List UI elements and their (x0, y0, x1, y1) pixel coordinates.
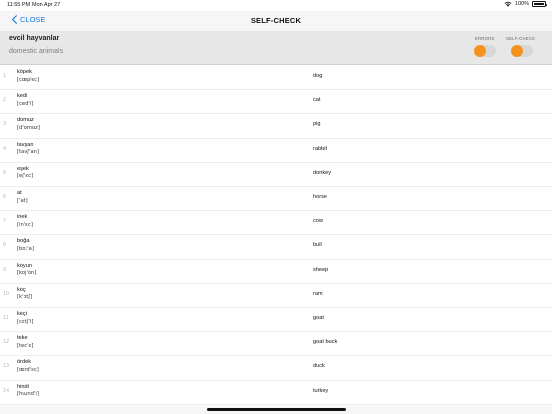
row-number: 4 (3, 145, 7, 152)
translation-text: rabbit (313, 145, 327, 152)
list-item[interactable]: 11 keçi [cɛtʃ'i] goat (0, 308, 552, 333)
list-item[interactable]: 3 domuz [d'omoz] pig (0, 114, 552, 139)
self-check-toggle[interactable] (511, 45, 533, 57)
translation-text: goat (313, 315, 324, 321)
pronunciation-text: [œrd'ɛc] (17, 366, 39, 373)
row-number: 9 (3, 266, 7, 273)
translation-text: bull (313, 242, 322, 249)
pronunciation-text: [in'ɛc] (17, 221, 33, 228)
toggle-knob (511, 45, 523, 57)
word-text: tavşan (17, 141, 34, 148)
errors-toggle[interactable] (474, 45, 496, 57)
status-bar: 11:55 PM Mon Apr 27 100% (0, 0, 552, 11)
translation-text: dog (313, 73, 323, 79)
translation-text: cat (313, 97, 321, 104)
row-number: 13 (3, 363, 10, 370)
errors-label: ERRORS (475, 36, 495, 41)
navigation-bar: CLOSE SELF-CHECK (0, 11, 552, 31)
translation-text: horse (313, 194, 327, 200)
pronunciation-text: ['at] (17, 197, 28, 204)
word-text: eşek (17, 165, 29, 172)
row-number: 11 (3, 315, 9, 321)
pronunciation-text: [eʃ'ɛc] (17, 173, 34, 180)
list-item[interactable]: 2 kedi [ced'i] cat (0, 90, 552, 115)
translation-text: donkey (313, 169, 332, 176)
list-item[interactable]: 12 teke [tec'ɛ] goat buck (0, 332, 552, 357)
word-text: keçi (17, 311, 27, 317)
row-number: 6 (3, 194, 7, 200)
battery-icon (532, 1, 547, 7)
battery-percent: 100% (514, 1, 529, 7)
pronunciation-text: [k'ɔtʃ] (17, 294, 33, 301)
status-time: 11:55 PM (7, 2, 31, 8)
self-check-label: SELF-CHECK (506, 36, 536, 41)
pronunciation-text: [d'omoz] (17, 124, 40, 131)
translation-text: cow (313, 218, 323, 225)
word-text: kedi (17, 93, 28, 100)
home-indicator[interactable] (207, 408, 346, 411)
pronunciation-text: [boː'a] (17, 245, 34, 252)
row-number: 7 (3, 218, 7, 225)
word-text: ördek (17, 359, 31, 366)
pronunciation-text: [tavʃ'an] (17, 149, 39, 156)
list-item[interactable]: 9 koyun [koj'on] sheep (0, 260, 552, 284)
row-number: 10 (3, 290, 10, 297)
list-item[interactable]: 4 tavşan [tavʃ'an] rabbit (0, 139, 552, 163)
list-item[interactable]: 14 hindi [hɯnd'i] turkey (0, 381, 552, 405)
list-item[interactable]: 1 köpek [cœpʲɛc] dog (0, 66, 552, 91)
page-title: SELF-CHECK (250, 16, 302, 25)
row-number: 8 (3, 242, 7, 249)
row-number: 1 (3, 73, 7, 79)
toggle-knob (474, 45, 486, 57)
pronunciation-text: [cœpʲɛc] (17, 76, 40, 83)
list-item[interactable]: 8 boğa [boː'a] bull (0, 235, 552, 260)
word-text: koyun (17, 262, 32, 269)
row-number: 3 (3, 121, 7, 128)
word-text: at (17, 190, 22, 196)
word-text: koç (17, 286, 26, 293)
status-indicators: 100% (504, 1, 547, 7)
pronunciation-text: [ced'i] (17, 100, 34, 107)
word-text: teke (17, 335, 28, 342)
word-list[interactable]: 1 köpek [cœpʲɛc] dog 2 kedi [ced'i] cat 3 domuz [d… (0, 66, 552, 405)
list-item[interactable]: 7 inek [in'ɛc] cow (0, 211, 552, 236)
pronunciation-text: [cɛtʃ'i] (17, 318, 34, 325)
translation-text: duck (313, 363, 325, 370)
word-text: hindi (17, 383, 29, 390)
translation-text: goat buck (313, 339, 338, 346)
row-number: 12 (3, 339, 10, 346)
lesson-subtitle: domestic animals (9, 48, 64, 55)
translation-text: pig (313, 121, 321, 128)
translation-text: sheep (313, 266, 329, 273)
row-number: 2 (3, 97, 7, 104)
list-item[interactable]: 5 eşek [eʃ'ɛc] donkey (0, 163, 552, 187)
pronunciation-text: [koj'on] (17, 270, 37, 277)
list-item[interactable]: 10 koç [k'ɔtʃ] ram (0, 284, 552, 308)
word-text: köpek (17, 69, 32, 75)
list-item[interactable]: 6 at ['at] horse (0, 187, 552, 212)
bottom-safe-area (0, 405, 552, 414)
pronunciation-text: [hɯnd'i] (17, 391, 39, 398)
lesson-title: evcil hayvanlar (9, 35, 60, 42)
word-text: inek (17, 214, 28, 221)
wifi-icon (504, 1, 512, 7)
status-date: Mon Apr 27 (32, 2, 61, 8)
list-item[interactable]: 13 ördek [œrd'ɛc] duck (0, 356, 552, 381)
pronunciation-text: [tec'ɛ] (17, 342, 34, 349)
row-number: 14 (3, 387, 10, 394)
lesson-header: evcil hayvanlar domestic animals ERRORS … (0, 31, 552, 65)
translation-text: turkey (313, 387, 329, 394)
word-text: domuz (17, 117, 34, 124)
translation-text: ram (313, 290, 323, 297)
word-text: boğa (17, 238, 30, 245)
row-number: 5 (3, 169, 7, 176)
